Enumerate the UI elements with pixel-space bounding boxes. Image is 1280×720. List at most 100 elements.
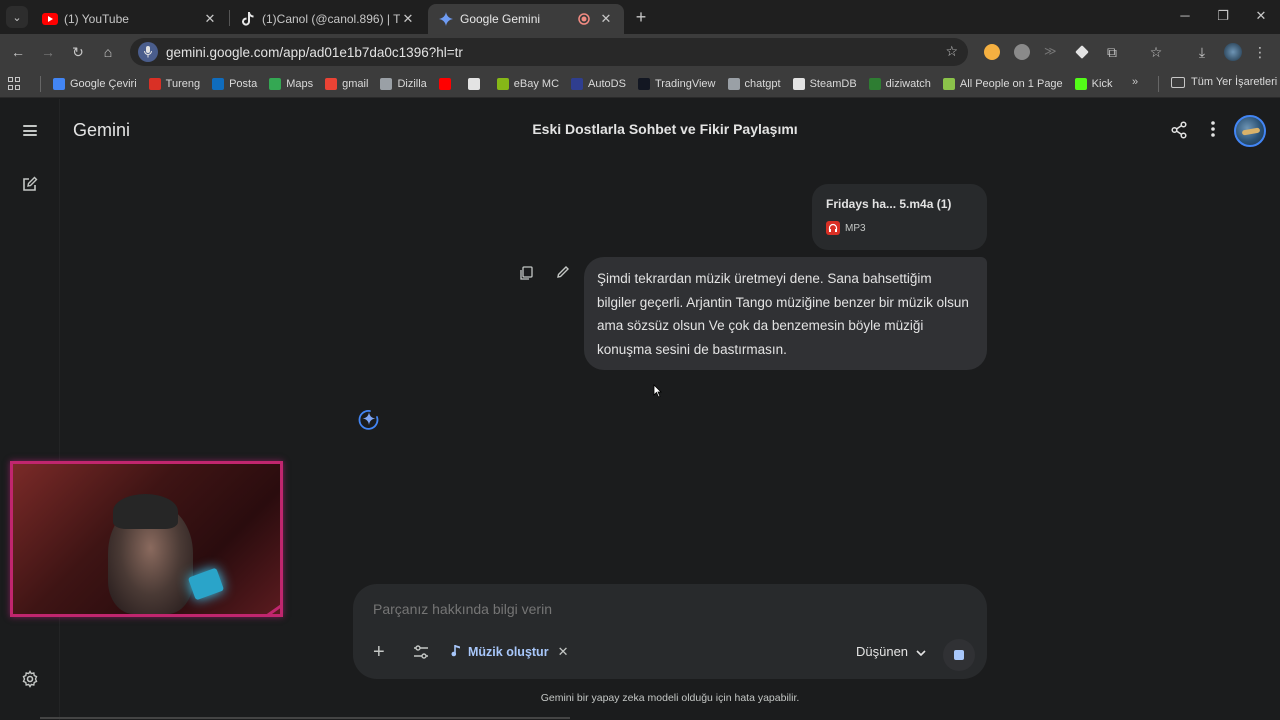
tab-search-chevron-icon[interactable]: ⌄ [6,6,28,28]
bookmark-item[interactable]: Dizilla [380,77,427,90]
tools-sliders-icon[interactable] [413,644,429,665]
webcam-frame-accent [241,602,280,614]
minimize-icon[interactable]: ─ [1176,8,1194,26]
restore-icon[interactable]: ❐ [1214,8,1232,26]
back-arrow-icon[interactable]: ← [8,42,28,62]
new-tab-plus-icon[interactable]: + [632,8,650,26]
bookmark-favicon-icon [148,77,161,90]
bookmark-item[interactable]: eBay MC [496,77,559,90]
bookmark-item[interactable]: All People on 1 Page [942,77,1063,90]
bookmark-favicon-icon [868,77,881,90]
tab-close-icon[interactable]: ✕ [400,11,416,27]
bookmark-favicon-icon [496,77,509,90]
address-bar[interactable]: gemini.google.com/app/ad01e1b7da0c1396?h… [130,38,968,66]
site-info-icon[interactable] [138,42,158,62]
tab-close-icon[interactable]: ✕ [598,11,614,27]
disclaimer-text: Gemini bir yapay zeka modeli olduğu için… [540,692,800,704]
all-bookmarks[interactable]: Tüm Yer İşaretleri [1171,76,1277,88]
prompt-input[interactable] [373,601,823,617]
bookmark-favicon-icon [727,77,740,90]
tab-close-icon[interactable]: ✕ [202,11,218,27]
attached-file-chip[interactable]: Fridays ha... 5.m4a (1) MP3 [812,184,987,250]
bookmark-item[interactable] [438,77,456,90]
bookmark-item[interactable] [467,77,485,90]
bookmark-favicon-icon [942,77,955,90]
user-message-bubble: Şimdi tekrardan müzik üretmeyi dene. San… [584,257,987,370]
tab-tiktok[interactable]: (1)Canol (@canol.896) | TikTok ✕ [230,4,426,34]
copy-icon[interactable] [519,266,533,285]
remove-tool-close-icon[interactable]: ✕ [558,644,569,660]
more-bookmarks-icon[interactable]: » [1132,76,1138,88]
bookmark-item[interactable]: Google Çeviri [53,77,137,90]
edit-pencil-icon[interactable] [556,265,570,284]
phone-glow [187,567,225,601]
profile-avatar-icon[interactable] [1224,43,1242,61]
stop-generation-button[interactable] [943,639,975,671]
tab-title: (1)Canol (@canol.896) | TikTok [262,12,400,26]
file-name: Fridays ha... 5.m4a (1) [826,197,952,211]
new-chat-icon[interactable] [22,176,38,197]
prompt-composer: + Müzik oluştur ✕ Düşünen [353,584,987,679]
share-icon[interactable] [1170,121,1188,144]
conversation-title: Eski Dostlarla Sohbet ve Fikir Paylaşımı [532,121,798,137]
bookmark-item[interactable]: Posta [212,77,257,90]
add-attachment-plus-icon[interactable]: + [373,642,385,662]
more-options-icon[interactable] [1209,120,1217,143]
gemini-app: Gemini Eski Dostlarla Sohbet ve Fikir Pa… [0,99,1280,720]
extension-icon-4[interactable] [1075,45,1089,59]
extension-icon-3[interactable]: ≫ [1044,44,1060,60]
user-avatar[interactable] [1234,115,1266,147]
sidebar [0,99,60,720]
bookmark-separator [40,75,41,92]
bookmark-favicon-icon [269,77,282,90]
bookmark-separator [1158,76,1159,92]
tab-title: Google Gemini [460,12,541,26]
tab-youtube[interactable]: (1) YouTube ✕ [32,4,228,34]
extensions-puzzle-icon[interactable]: ⧉ [1102,42,1122,62]
gemini-icon [438,11,454,27]
progress-line [40,717,570,719]
chevron-down-icon [916,644,926,659]
forward-arrow-icon[interactable]: → [38,42,58,62]
bookmark-item[interactable]: diziwatch [868,77,931,90]
music-tool-chip[interactable]: Müzik oluştur ✕ [451,644,568,660]
bookmark-item[interactable]: gmail [325,77,369,90]
music-note-icon [451,644,461,660]
bookmark-star-icon[interactable]: ☆ [945,43,958,60]
bookmark-item[interactable]: chatgpt [727,77,781,90]
bookmark-item[interactable]: Maps [269,77,313,90]
bookmark-favicon-icon [325,77,338,90]
bookmark-item[interactable]: AutoDS [571,77,626,90]
tab-title: (1) YouTube [64,12,129,26]
extension-icon-1[interactable] [984,44,1000,60]
reload-icon[interactable]: ↻ [68,42,88,62]
bookmark-label: Dizilla [397,77,427,90]
bookmark-favicon-icon [637,77,650,90]
close-window-icon[interactable]: ✕ [1252,8,1270,26]
bookmark-favicon-icon [792,77,805,90]
settings-gear-icon[interactable] [21,670,39,693]
bookmark-label: chatgpt [744,77,781,90]
bookmark-item[interactable]: Kick [1074,77,1112,90]
bookmark-label: Google Çeviri [70,77,137,90]
browser-menu-icon[interactable]: ⋮ [1250,42,1270,62]
model-mode-selector[interactable]: Düşünen [856,644,926,659]
download-icon[interactable]: ⤓ [1192,42,1212,62]
gemini-loading-spark-icon [356,407,382,438]
bookmark-favicon-icon [380,77,393,90]
reading-list-icon[interactable]: ☆ [1146,42,1166,62]
streamer-cap [113,494,178,529]
bookmarks-bar: Google Çeviri Tureng Posta Maps gmail Dizilla… [0,70,1280,98]
tab-gemini[interactable]: Google Gemini ✕ [428,4,624,34]
extension-icon-2[interactable] [1014,44,1030,60]
bookmark-item[interactable]: Tureng [148,77,200,90]
home-icon[interactable]: ⌂ [98,42,118,62]
url-text: gemini.google.com/app/ad01e1b7da0c1396?h… [166,44,463,60]
bookmark-favicon-icon [53,77,65,90]
apps-grid-icon[interactable] [8,76,22,91]
bookmark-item[interactable]: TradingView [637,77,716,90]
bookmark-item[interactable]: SteamDB [792,77,857,90]
webcam-overlay [10,461,283,617]
bookmark-label: gmail [342,77,369,90]
bookmark-favicon-icon [212,77,225,90]
